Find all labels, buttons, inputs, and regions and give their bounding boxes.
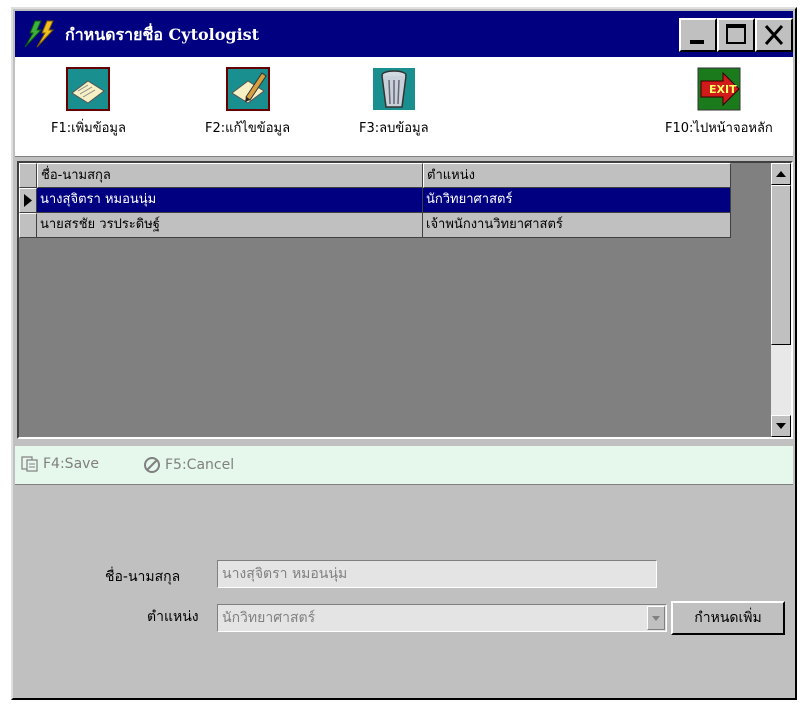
- title-bar[interactable]: กำหนดรายชื่อ Cytologist: [15, 11, 793, 57]
- close-icon: [764, 25, 784, 45]
- exit-label: F10:ไปหน้าจอหลัก: [665, 121, 773, 136]
- delete-record-button[interactable]: F3:ลบข้อมูล: [359, 67, 429, 138]
- position-select[interactable]: นักวิทยาศาสตร์: [217, 604, 667, 632]
- scroll-thumb[interactable]: [771, 185, 791, 345]
- app-window: กำหนดรายชื่อ Cytologist F1:เพิ่มข้อมูล F…: [11, 7, 797, 700]
- add-record-button[interactable]: F1:เพิ่มข้อมูล: [51, 67, 126, 138]
- save-label: F4:Save: [43, 456, 100, 472]
- trash-icon: [372, 68, 415, 110]
- cancel-icon: [144, 457, 160, 473]
- scroll-down-button[interactable]: [771, 415, 791, 437]
- maximize-button[interactable]: [717, 18, 755, 52]
- cell-name[interactable]: นายสรชัย วรประดิษฐ์: [37, 213, 423, 238]
- table-row[interactable]: นางสุจิตรา หมอนนุ่ม นักวิทยาศาสตร์: [19, 188, 731, 213]
- column-header-position[interactable]: ตำแหน่ง: [423, 163, 731, 188]
- cancel-button[interactable]: F5:Cancel: [143, 456, 234, 474]
- edit-record-label: F2:แก้ไขข้อมูล: [205, 121, 291, 136]
- current-row-arrow-icon: [24, 194, 32, 207]
- add-record-label: F1:เพิ่มข้อมูล: [51, 121, 126, 136]
- position-select-value: นักวิทยาศาสตร์: [222, 610, 316, 626]
- window-title: กำหนดรายชื่อ Cytologist: [65, 25, 260, 44]
- cell-name[interactable]: นางสุจิตรา หมอนนุ่ม: [37, 188, 423, 213]
- lightning-app-icon: [21, 17, 57, 51]
- edit-record-button[interactable]: F2:แก้ไขข้อมูล: [205, 67, 290, 138]
- cell-position[interactable]: นักวิทยาศาสตร์: [423, 188, 731, 213]
- edit-record-icon: [225, 67, 270, 111]
- name-label: ชื่อ-นามสกุล: [105, 569, 181, 585]
- delete-record-label: F3:ลบข้อมูล: [359, 121, 429, 136]
- grid-vertical-scrollbar[interactable]: [771, 163, 791, 437]
- action-bar: F4:Save F5:Cancel: [15, 445, 793, 485]
- position-dropdown-button[interactable]: [647, 606, 665, 630]
- records-grid: ชื่อ-นามสกุล ตำแหน่ง นางสุจิตรา หมอนนุ่ม…: [17, 161, 793, 439]
- save-icon: [21, 456, 38, 472]
- column-header-name[interactable]: ชื่อ-นามสกุล: [37, 163, 423, 188]
- arrow-down-icon: [776, 423, 786, 429]
- grid-body: ชื่อ-นามสกุล ตำแหน่ง นางสุจิตรา หมอนนุ่ม…: [19, 163, 771, 437]
- svg-text:EXIT: EXIT: [709, 83, 737, 96]
- add-position-button[interactable]: กำหนดเพิ่ม: [671, 601, 785, 635]
- exit-button[interactable]: EXIT F10:ไปหน้าจอหลัก: [665, 67, 773, 138]
- chevron-down-icon: [652, 616, 660, 621]
- toolbar: F1:เพิ่มข้อมูล F2:แก้ไขข้อมูล F3:ลบข้อมู…: [15, 57, 793, 157]
- minimize-icon: [690, 40, 704, 44]
- exit-icon: EXIT: [697, 67, 741, 111]
- scroll-up-button[interactable]: [771, 163, 791, 185]
- table-row[interactable]: นายสรชัย วรประดิษฐ์ เจ้าพนักงานวิทยาศาสต…: [19, 213, 731, 238]
- cancel-label: F5:Cancel: [165, 457, 235, 473]
- minimize-button[interactable]: [679, 18, 717, 52]
- row-indicator[interactable]: [19, 213, 37, 238]
- arrow-up-icon: [776, 171, 786, 177]
- edit-form: ชื่อ-นามสกุล นางสุจิตรา หมอนนุ่ม ตำแหน่ง…: [15, 486, 793, 696]
- row-indicator-header: [19, 163, 37, 188]
- add-record-icon: [66, 67, 111, 111]
- row-indicator[interactable]: [19, 188, 37, 213]
- name-field[interactable]: นางสุจิตรา หมอนนุ่ม: [217, 560, 657, 588]
- grid-header-row: ชื่อ-นามสกุล ตำแหน่ง: [19, 163, 731, 188]
- save-button[interactable]: F4:Save: [21, 456, 99, 472]
- maximize-icon: [726, 24, 746, 44]
- close-button[interactable]: [755, 18, 793, 52]
- cell-position[interactable]: เจ้าพนักงานวิทยาศาสตร์: [423, 213, 731, 238]
- position-label: ตำแหน่ง: [147, 609, 199, 625]
